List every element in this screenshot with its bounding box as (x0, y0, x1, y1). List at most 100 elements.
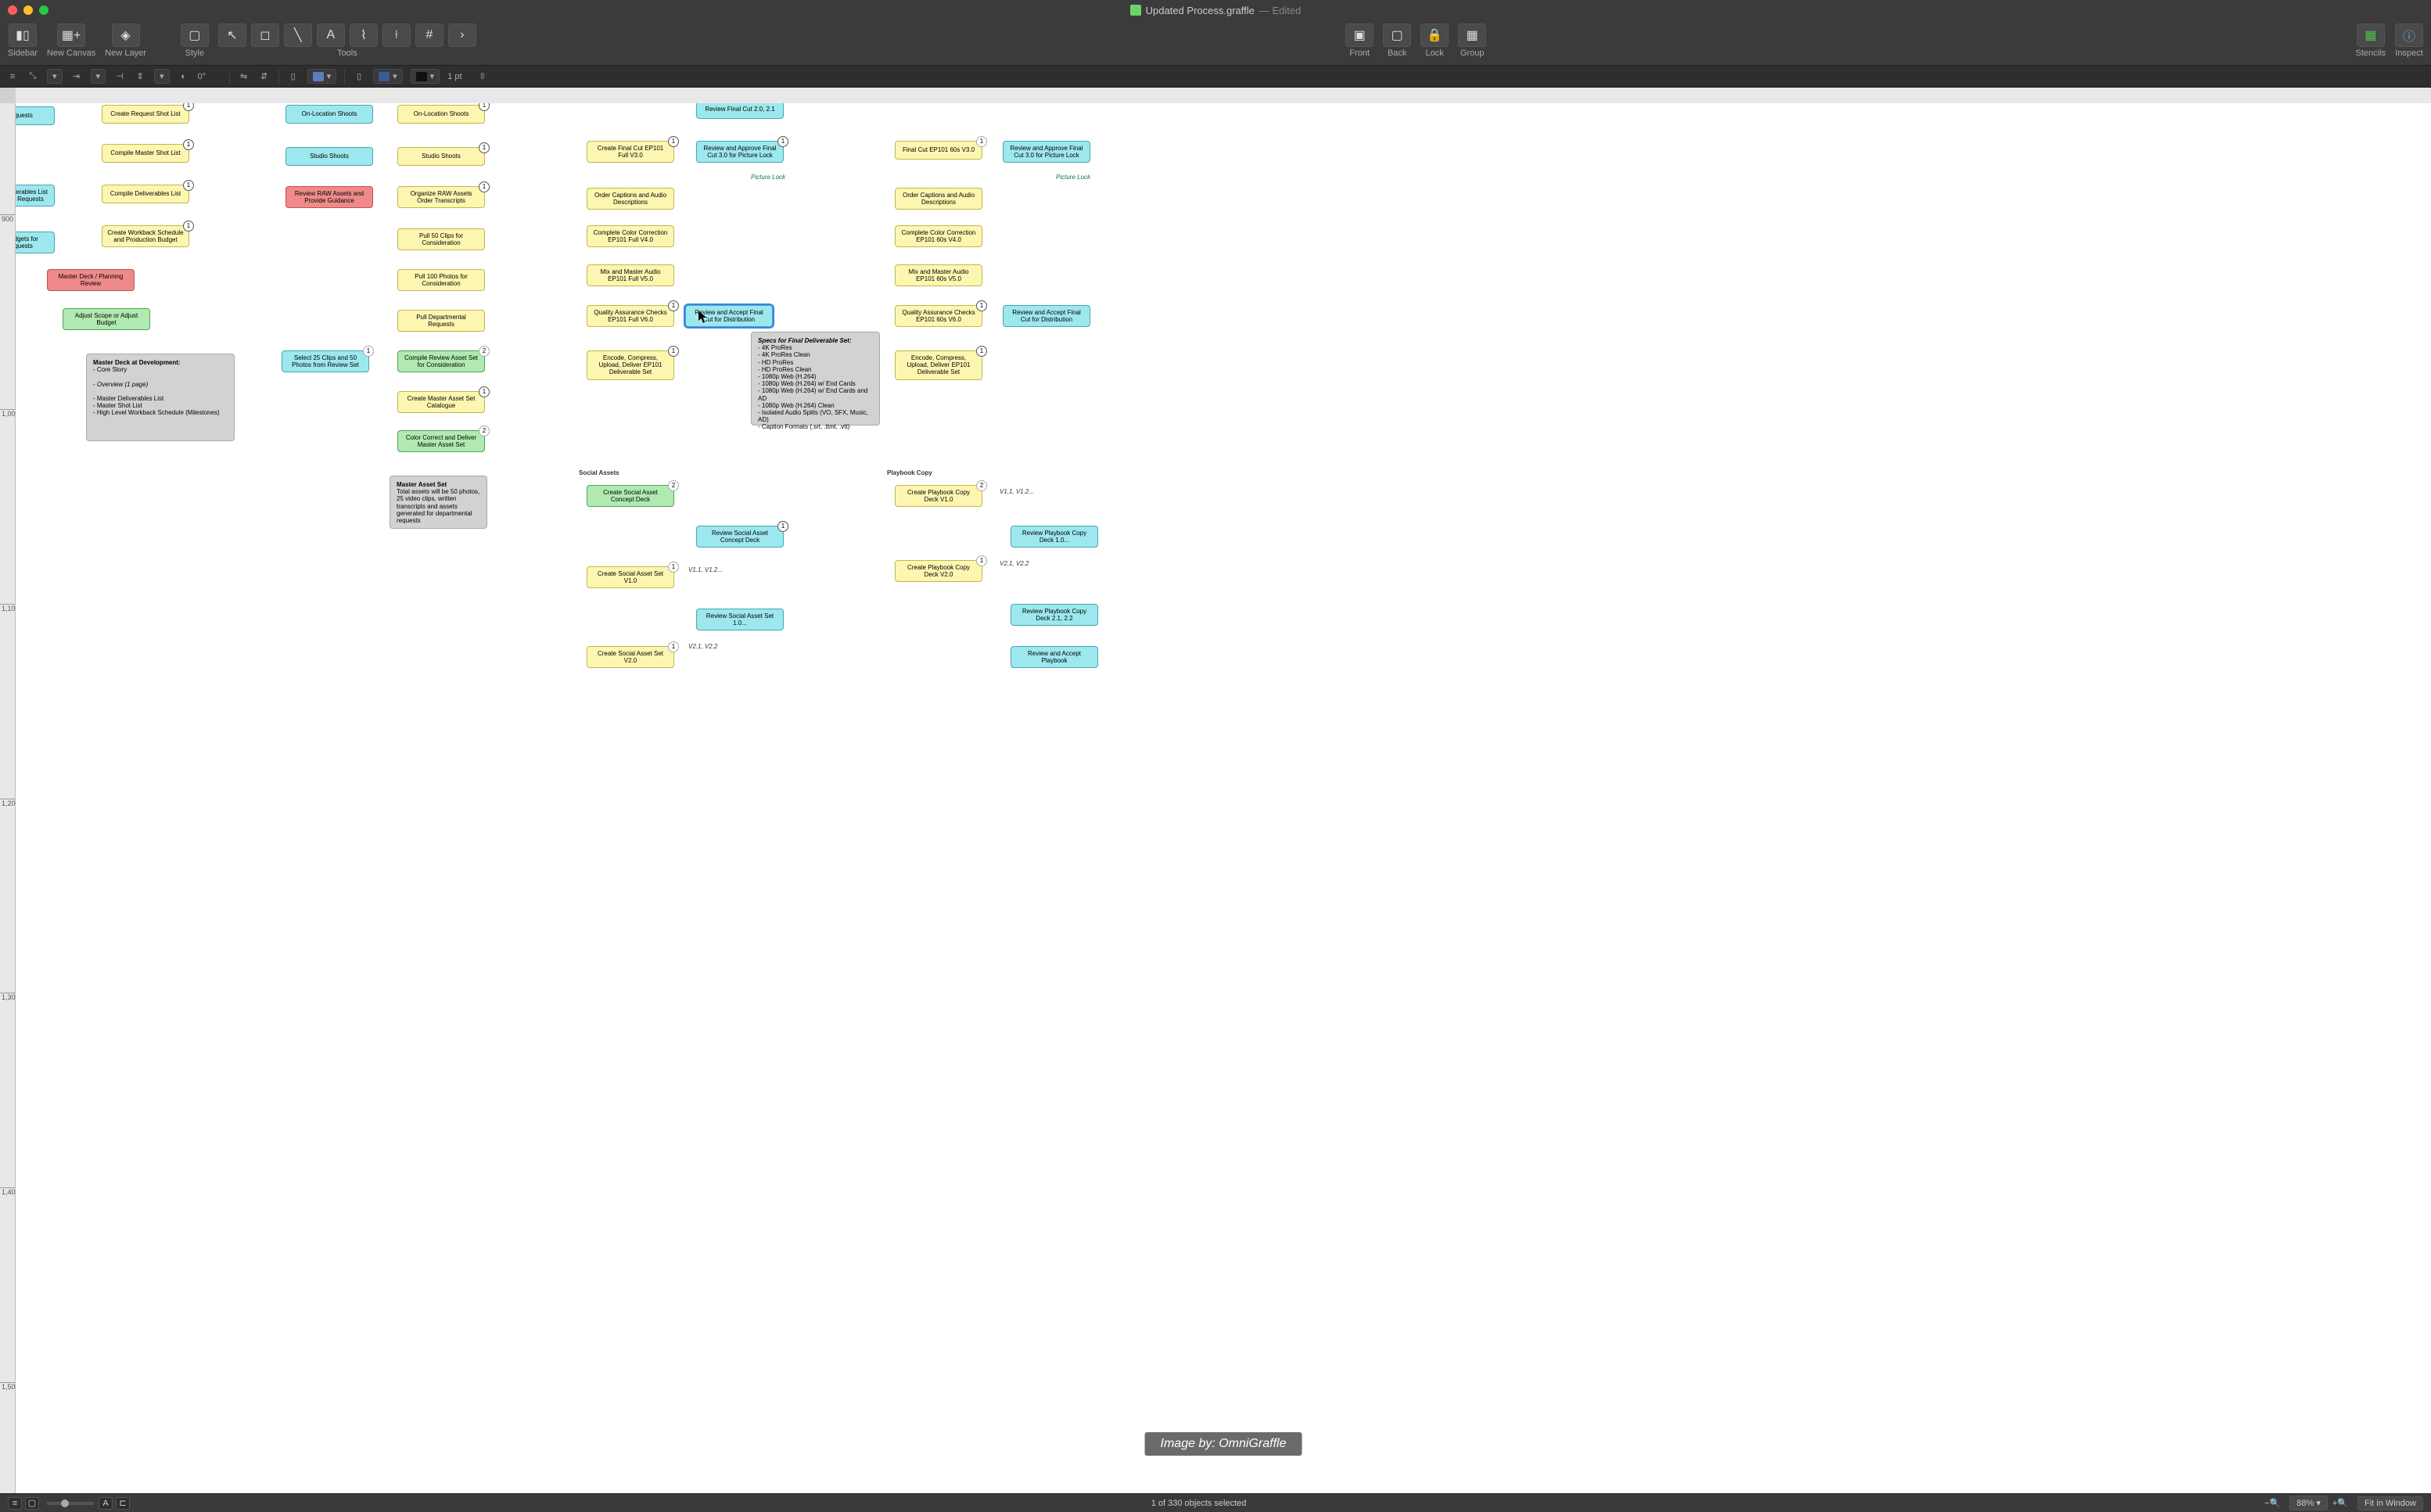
spacing-dropdown[interactable]: ▾ (91, 69, 106, 84)
flow-node[interactable]: Complete Color Correction EP101 60s V4.0 (895, 225, 982, 247)
group-button[interactable]: ▦ (1458, 23, 1486, 47)
flow-node[interactable]: Review and Approve Final Cut 3.0 for Pic… (1003, 141, 1090, 163)
text-height-icon[interactable]: ⇕ (134, 70, 146, 83)
flow-node[interactable]: On-Location Shoots1 (397, 105, 485, 124)
maximize-icon[interactable] (39, 5, 48, 15)
zoom-in-icon[interactable]: +🔍 (2332, 1498, 2348, 1508)
tab-marker-icon[interactable]: ⊣ (113, 70, 126, 83)
text-tool[interactable]: A (317, 23, 345, 47)
flow-node[interactable]: Select 25 Clips and 50 Photos from Revie… (282, 350, 369, 372)
fill-dropdown[interactable]: ▾ (307, 69, 337, 84)
flow-node[interactable]: Pull 50 Clips for Consideration (397, 228, 485, 250)
flow-node[interactable]: Studio Shoots (285, 147, 373, 166)
flow-node[interactable]: Requests (16, 106, 55, 125)
line-height-dropdown[interactable]: ▾ (154, 69, 170, 84)
flow-node[interactable]: Compile Master Shot List1 (102, 144, 189, 163)
flow-node[interactable]: Create Social Asset Concept Deck2 (587, 485, 674, 507)
note-box[interactable]: Specs for Final Deliverable Set: - 4K Pr… (751, 332, 880, 426)
flow-node[interactable]: Review Final Cut 2.0, 2.1 (696, 103, 784, 119)
flow-node[interactable]: Mix and Master Audio EP101 Full V5.0 (587, 264, 674, 286)
flow-node[interactable]: Create Social Asset Set V1.01 (587, 566, 674, 588)
stroke-width-value[interactable]: 1 pt (447, 72, 471, 81)
sidebar-toggle-button[interactable]: ▮▯ (9, 23, 37, 47)
new-layer-button[interactable]: ◈ (112, 23, 140, 47)
flow-node[interactable]: Create Playbook Copy Deck V2.01 (895, 560, 982, 582)
flow-node[interactable]: Review and Approve Final Cut 3.0 for Pic… (696, 141, 784, 163)
flow-node[interactable]: Pull 100 Photos for Consideration (397, 269, 485, 291)
style-picker-button[interactable]: ▢ (181, 23, 209, 47)
zoom-value[interactable]: 88% ▾ (2289, 1496, 2328, 1510)
flow-node[interactable]: Adjust Scope or Adjust Budget (63, 308, 150, 330)
fill-none-icon[interactable]: ▯ (287, 70, 300, 83)
crop-tool[interactable]: ⟊ (382, 23, 411, 47)
flow-node[interactable]: o Budgets for Requests (16, 232, 55, 253)
flow-node[interactable]: Create Request Shot List1 (102, 105, 189, 124)
stroke-dropdown[interactable]: ▾ (373, 69, 403, 84)
flow-node[interactable]: Create Workback Schedule and Production … (102, 225, 189, 247)
fit-in-window-button[interactable]: Fit in Window (2357, 1496, 2423, 1510)
flow-node[interactable]: ate Deliverables List against Requests (16, 185, 55, 207)
flow-node[interactable]: Encode, Compress, Upload, Deliver EP101 … (587, 350, 674, 380)
view-mode-list-icon[interactable]: ≡ (8, 1497, 22, 1510)
line-tool[interactable]: ╲ (284, 23, 312, 47)
lock-button[interactable]: 🔒 (1420, 23, 1449, 47)
note-box[interactable]: Master Asset SetTotal assets will be 50 … (390, 476, 487, 529)
stencils-button[interactable]: ▦ (2357, 23, 2385, 47)
more-tools[interactable]: › (448, 23, 476, 47)
flow-node[interactable]: Quality Assurance Checks EP101 Full V6.0… (587, 305, 674, 327)
font-dropdown[interactable]: ▾ (47, 69, 63, 84)
flow-node[interactable]: Compile Review Asset Set for Considerati… (397, 350, 485, 372)
stroke-none-icon[interactable]: ▯ (353, 70, 365, 83)
flow-node[interactable]: Create Social Asset Set V2.01 (587, 646, 674, 668)
shape-tool[interactable]: ◻ (251, 23, 279, 47)
hamburger-icon[interactable]: ≡ (6, 70, 19, 83)
view-mode-canvas-icon[interactable]: ▢ (25, 1497, 39, 1510)
flow-node[interactable]: Studio Shoots1 (397, 147, 485, 166)
select-tool[interactable]: ↖ (218, 23, 246, 47)
style-tray-icon[interactable]: A (99, 1497, 113, 1510)
flip-v-icon[interactable]: ⇵ (258, 70, 271, 83)
pen-tool[interactable]: ⌇ (350, 23, 378, 47)
send-back-button[interactable]: ▢ (1383, 23, 1411, 47)
inspect-button[interactable]: ⓘ (2395, 23, 2423, 47)
flow-node[interactable]: Create Playbook Copy Deck V1.02 (895, 485, 982, 507)
vertical-ruler[interactable]: 900 1,000 1,100 1,200 1,300 1,400 1,500 (0, 103, 16, 1493)
bring-front-button[interactable]: ▣ (1345, 23, 1373, 47)
flow-node[interactable]: Review and Accept Playbook (1011, 646, 1098, 668)
flow-node[interactable]: Create Master Asset Set Catalogue1 (397, 391, 485, 413)
flow-node[interactable]: Review and Accept Final Cut for Distribu… (1003, 305, 1090, 327)
flow-node[interactable]: Compile Deliverables List1 (102, 185, 189, 203)
flow-node[interactable]: Create Final Cut EP101 Full V3.01 (587, 141, 674, 163)
close-icon[interactable] (8, 5, 17, 15)
ruler-origin-icon[interactable]: ⤡ (27, 70, 39, 83)
stroke-style-dropdown[interactable]: ▾ (411, 69, 440, 84)
new-canvas-button[interactable]: ▦+ (57, 23, 85, 47)
flip-h-icon[interactable]: ⇋ (238, 70, 250, 83)
flow-node[interactable]: Master Deck / Planning Review (47, 269, 135, 291)
navigator-slider[interactable] (47, 1502, 94, 1505)
outline-icon[interactable]: ⊏ (116, 1497, 130, 1510)
note-box[interactable]: Master Deck at Development: - Core Story… (86, 354, 235, 441)
flow-node[interactable]: Review Playbook Copy Deck 1.0... (1011, 526, 1098, 548)
flow-node[interactable]: Review Social Asset Set 1.0... (696, 609, 784, 630)
rotation-knob-icon[interactable]: ◐ (178, 70, 190, 83)
flow-node[interactable]: Mix and Master Audio EP101 60s V5.0 (895, 264, 982, 286)
stepper-icon[interactable]: ⇳ (479, 71, 486, 81)
flow-node[interactable]: Organize RAW Assets Order Transcripts1 (397, 186, 485, 208)
canvas[interactable]: Requests ate Deliverables List against R… (16, 103, 2431, 1493)
minimize-icon[interactable] (23, 5, 33, 15)
flow-node[interactable]: Review Social Asset Concept Deck1 (696, 526, 784, 548)
flow-node[interactable]: Color Correct and Deliver Master Asset S… (397, 430, 485, 452)
flow-node[interactable]: Encode, Compress, Upload, Deliver EP101 … (895, 350, 982, 380)
flow-node[interactable]: Pull Departmental Requests (397, 310, 485, 332)
zoom-out-icon[interactable]: −🔍 (2264, 1498, 2280, 1508)
flow-node[interactable]: Review Playbook Copy Deck 2.1, 2.2 (1011, 604, 1098, 626)
flow-node[interactable]: Final Cut EP101 60s V3.01 (895, 141, 982, 160)
flow-node[interactable]: Review RAW Assets and Provide Guidance (285, 186, 373, 208)
text-indent-icon[interactable]: ⇥ (70, 70, 83, 83)
flow-node[interactable]: Order Captions and Audio Descriptions (587, 188, 674, 210)
flow-node[interactable]: On-Location Shoots (285, 105, 373, 124)
flow-node[interactable]: Quality Assurance Checks EP101 60s V6.01 (895, 305, 982, 327)
grid-tool[interactable]: # (415, 23, 443, 47)
flow-node[interactable]: Order Captions and Audio Descriptions (895, 188, 982, 210)
